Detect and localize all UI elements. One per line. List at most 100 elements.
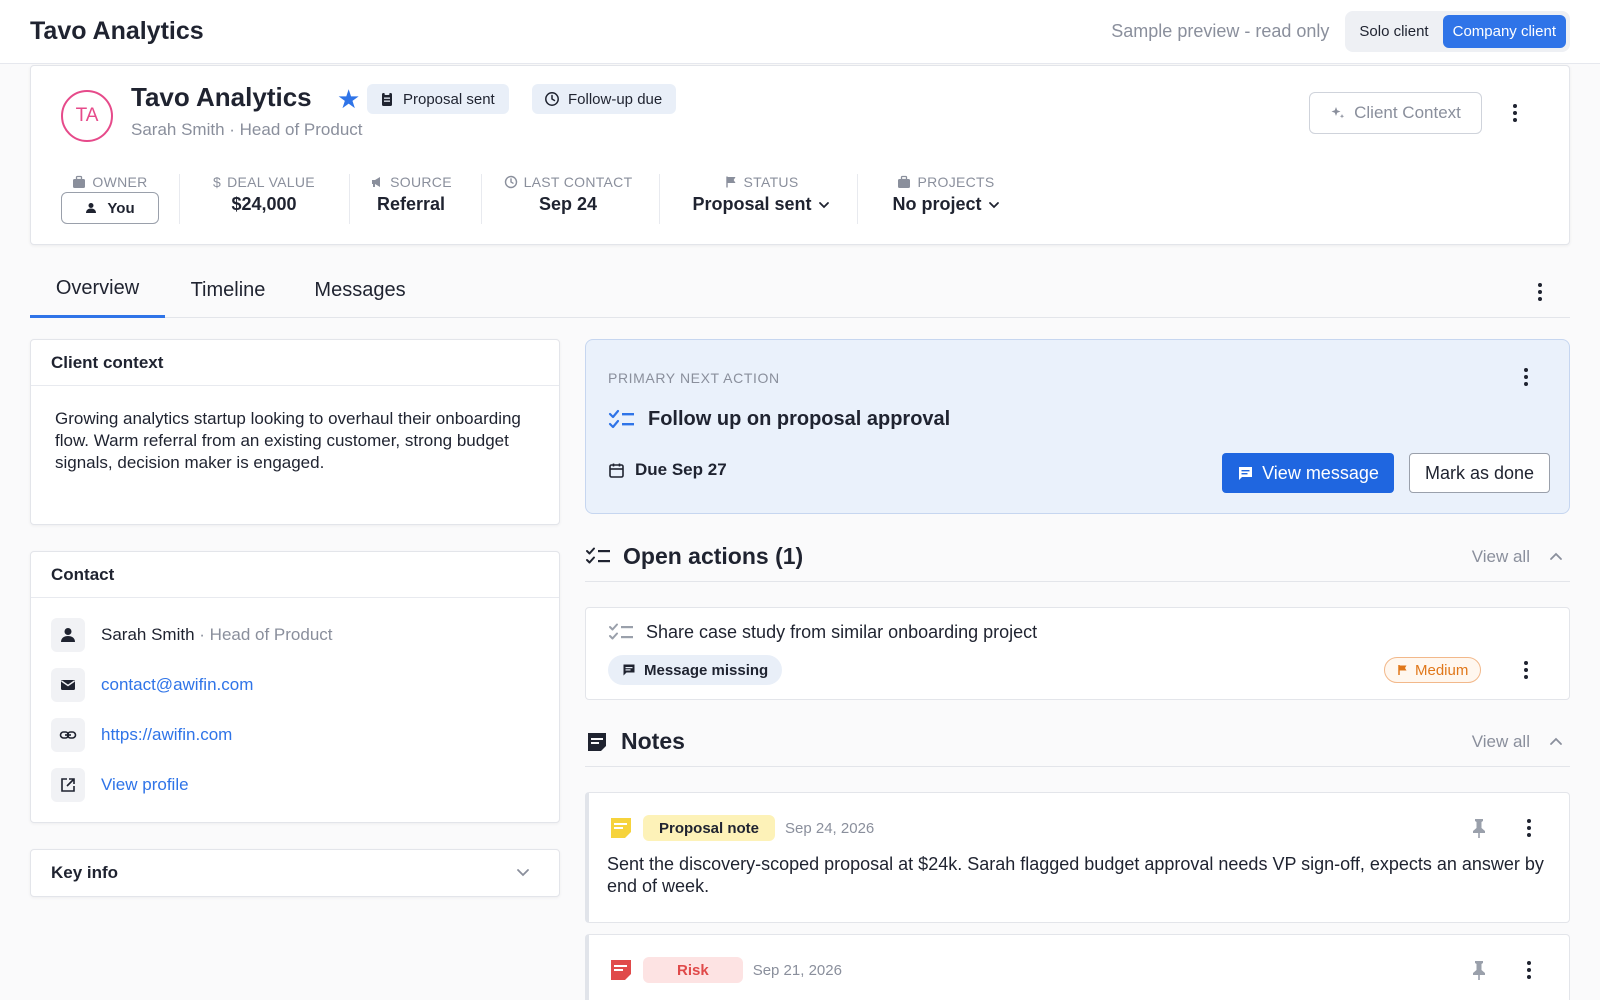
flag-icon [1398,665,1407,675]
message-missing-tag: Message missing [608,655,783,685]
contact-website-link[interactable]: https://awifin.com [101,725,232,745]
note-tag: Risk [643,957,743,983]
dollar-icon: $ [213,174,222,190]
status-chip-follow-up-due: Follow-up due [532,84,677,114]
message-icon [623,664,635,676]
divider [179,174,180,224]
flag-icon [725,176,736,188]
company-client-button[interactable]: Company client [1442,15,1566,48]
client-mode-toggle: Solo client Company client [1345,11,1570,52]
primary-action-more-icon[interactable] [1516,366,1536,388]
client-name: Tavo Analytics [131,82,312,112]
briefcase-icon [898,175,911,188]
primary-action-due: Due Sep 27 [635,460,727,479]
pin-icon[interactable] [1469,817,1489,839]
contact-email-link[interactable]: contact@awifin.com [101,675,253,695]
tab-bar: Overview Timeline Messages [30,262,1570,318]
chevron-down-icon[interactable] [515,864,531,880]
action-title[interactable]: Share case study from similar onboarding… [646,622,1037,643]
mark-as-done-button[interactable]: Mark as done [1409,453,1550,493]
client-context-body: Growing analytics startup looking to ove… [55,409,521,472]
avatar: TA [61,90,113,142]
source-value: Referral [376,194,446,214]
status-value: Proposal sent [692,194,812,214]
notes-view-all[interactable]: View all [1472,732,1530,752]
status-field[interactable]: STATUS Proposal sent [681,174,841,224]
source-label: SOURCE [390,174,452,190]
header-more-icon[interactable] [1503,98,1527,128]
pin-icon[interactable] [1469,959,1489,981]
clipboard-icon [382,92,392,106]
owner-button[interactable]: You [61,192,159,224]
yellow-note-icon [609,816,633,840]
action-more-icon[interactable] [1516,659,1536,681]
solo-client-button[interactable]: Solo client [1349,15,1438,48]
view-message-button[interactable]: View message [1222,453,1394,493]
contact-email-row: contact@awifin.com [51,668,253,702]
checklist-icon [609,623,633,639]
briefcase-icon [73,175,86,188]
person-icon [61,628,75,642]
key-info-title: Key info [51,863,119,882]
link-icon [59,731,77,739]
tab-timeline[interactable]: Timeline [178,262,278,318]
chip-label: Follow-up due [568,90,663,108]
last-contact-value: Sep 24 [538,194,598,214]
owner-field: OWNER You [61,174,159,224]
notes-header: Notes View all [585,717,1570,767]
sparkle-icon [1331,107,1345,119]
last-contact-field: LAST CONTACT Sep 24 [493,174,643,224]
projects-dropdown[interactable]: No project [892,194,999,215]
notes-title: Notes [621,728,685,754]
deal-value-field: $ DEAL VALUE $24,000 [199,174,329,224]
clock-icon [504,175,517,189]
tab-messages[interactable]: Messages [300,262,420,318]
tab-overview[interactable]: Overview [30,262,165,318]
open-actions-title: Open actions (1) [623,543,804,569]
client-context-button[interactable]: Client Context [1309,92,1482,134]
note-more-icon[interactable] [1519,959,1539,981]
client-subtitle: Sarah Smith · Head of Product [131,120,363,139]
contact-title: Contact [31,552,559,598]
contact-name: Sarah Smith [101,625,195,644]
divider [349,174,350,224]
priority-badge: Medium [1384,657,1482,683]
clock-icon [545,92,559,106]
open-actions-view-all[interactable]: View all [1472,547,1530,567]
preview-note: Sample preview - read only [1111,21,1330,41]
view-message-label: View message [1262,462,1379,483]
deal-value: $24,000 [231,194,297,214]
tabs-more-icon[interactable] [1530,280,1550,304]
client-context-title: Client context [31,340,559,386]
chevron-down-icon [988,201,999,208]
note-body: Sent the discovery-scoped proposal at $2… [607,854,1544,896]
key-info-card[interactable]: Key info [30,849,560,897]
note-icon [588,732,606,751]
projects-field[interactable]: PROJECTS No project [881,174,1011,224]
owner-value: You [107,199,135,217]
client-context-label: Client Context [1354,103,1461,122]
status-label: STATUS [743,174,799,190]
checklist-icon [586,547,610,563]
deal-value-label: DEAL VALUE [227,174,315,190]
chevron-down-icon [818,201,829,208]
checklist-icon [608,409,634,428]
client-header-card: TA Tavo Analytics ★ Proposal sent Follow… [30,65,1570,245]
source-field: SOURCE Referral [361,174,461,224]
calendar-icon [609,463,624,478]
note-date: Sep 24, 2026 [785,819,875,837]
status-dropdown[interactable]: Proposal sent [692,194,829,215]
last-contact-label: LAST CONTACT [523,174,633,190]
priority-label: Medium [1415,661,1469,679]
chevron-up-icon[interactable] [1548,549,1564,565]
owner-label: OWNER [92,174,148,190]
message-icon [1239,466,1253,480]
app-title: Tavo Analytics [30,17,204,45]
chevron-up-icon[interactable] [1548,734,1564,750]
divider [659,174,660,224]
contact-profile-row: View profile [51,768,189,802]
primary-action-label: PRIMARY NEXT ACTION [608,370,780,386]
star-icon[interactable]: ★ [337,84,360,115]
view-profile-link[interactable]: View profile [101,775,189,795]
note-more-icon[interactable] [1519,817,1539,839]
